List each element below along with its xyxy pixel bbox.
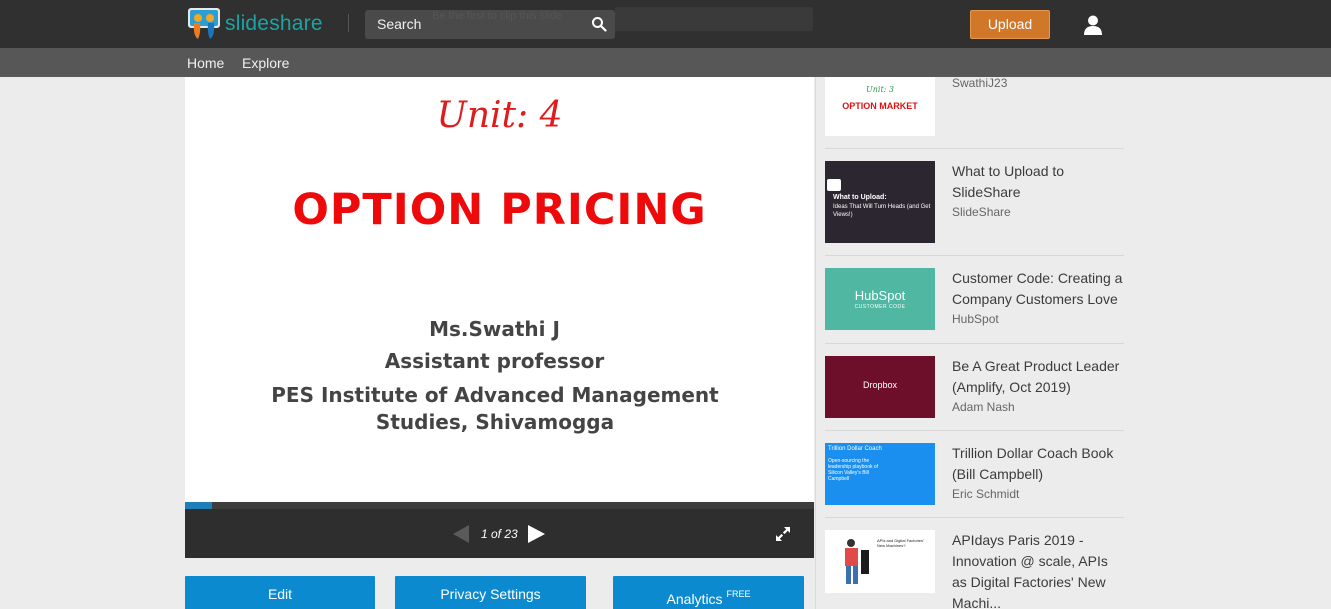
thumbnail-text: Ideas That Will Turn Heads (and Get View… bbox=[833, 204, 931, 218]
slideshare-logo-icon bbox=[188, 8, 220, 39]
thumbnail-text: What to Upload: bbox=[833, 194, 887, 201]
previous-slide-icon[interactable] bbox=[453, 525, 469, 543]
analytics-free-badge: FREE bbox=[726, 589, 751, 599]
slideshare-logo[interactable]: slideshare bbox=[187, 5, 323, 43]
player-controls: 1 of 23 bbox=[185, 509, 814, 558]
page-counter: 1 of 23 bbox=[481, 527, 518, 541]
fullscreen-icon[interactable] bbox=[775, 526, 791, 542]
related-title[interactable]: Trillion Dollar Coach Book (Bill Campbel… bbox=[952, 443, 1124, 485]
nav-bar: Home Explore bbox=[0, 48, 1331, 77]
related-item[interactable]: HubSpot CUSTOMER CODE Customer Code: Cre… bbox=[825, 256, 1124, 344]
related-thumbnail: Unit: 3 OPTION MARKET bbox=[825, 77, 935, 136]
sidebar-divider bbox=[815, 77, 816, 609]
thumbnail-text: OPTION MARKET bbox=[842, 101, 918, 111]
related-author: Adam Nash bbox=[952, 400, 1015, 414]
header-divider bbox=[348, 14, 349, 32]
related-thumbnail: What to Upload: Ideas That Will Turn Hea… bbox=[825, 161, 935, 243]
related-thumbnail: Dropbox bbox=[825, 356, 935, 418]
clip-banner bbox=[615, 7, 813, 31]
related-author: Eric Schmidt bbox=[952, 487, 1020, 501]
related-title[interactable]: APIdays Paris 2019 - Innovation @ scale,… bbox=[952, 530, 1124, 609]
slide-unit-heading: Unit: 4 bbox=[436, 95, 563, 136]
top-bar: slideshare Search Be the first to clip t… bbox=[0, 0, 1331, 48]
nav-home[interactable]: Home bbox=[187, 55, 224, 71]
privacy-settings-button[interactable]: Privacy Settings bbox=[395, 576, 586, 609]
analytics-label: Analytics bbox=[666, 591, 723, 607]
slide-progress-fill bbox=[185, 502, 213, 509]
thumbnail-text: Unit: 3 bbox=[866, 85, 894, 94]
next-slide-icon[interactable] bbox=[528, 525, 545, 543]
clip-banner-text: Be the first to clip this slide bbox=[432, 10, 563, 22]
thumbnail-logo bbox=[827, 179, 841, 191]
slide-author: Ms.Swathi J bbox=[429, 317, 560, 341]
search-icon[interactable] bbox=[591, 16, 607, 32]
thumbnail-text: APIs and Digital Factories' New Machines… bbox=[877, 538, 924, 548]
related-author: SlideShare bbox=[952, 205, 1011, 219]
nav-explore[interactable]: Explore bbox=[242, 55, 289, 71]
slide-progress-bar[interactable] bbox=[185, 502, 814, 509]
logo-text: slideshare bbox=[225, 12, 323, 35]
slide-institute: PES Institute of Advanced Management Stu… bbox=[271, 383, 719, 434]
slide-role: Assistant professor bbox=[384, 349, 605, 373]
thumbnail-text: Trillion Dollar Coach bbox=[828, 446, 882, 452]
analytics-button[interactable]: Analytics FREE bbox=[613, 576, 804, 609]
related-thumbnail: Trillion Dollar Coach Open-sourcing the … bbox=[825, 443, 935, 505]
related-author: HubSpot bbox=[952, 312, 999, 326]
related-item[interactable]: Trillion Dollar Coach Open-sourcing the … bbox=[825, 431, 1124, 518]
related-title[interactable]: What to Upload to SlideShare bbox=[952, 161, 1124, 203]
thumbnail-illustration bbox=[845, 539, 869, 584]
thumbnail-text: CUSTOMER CODE bbox=[854, 304, 906, 310]
privacy-settings-label: Privacy Settings bbox=[440, 586, 541, 602]
slide-title: OPTION PRICING bbox=[292, 185, 707, 235]
edit-button[interactable]: Edit bbox=[185, 576, 375, 609]
related-item[interactable]: APIs and Digital Factories' New Machines… bbox=[825, 518, 1124, 609]
related-title[interactable]: Customer Code: Creating a Company Custom… bbox=[952, 268, 1124, 310]
thumbnail-text: Dropbox bbox=[862, 380, 898, 390]
slide-canvas[interactable]: Unit: 4 OPTION PRICING Ms.Swathi J Assis… bbox=[185, 77, 814, 502]
related-title[interactable]: Be A Great Product Leader (Amplify, Oct … bbox=[952, 356, 1124, 398]
related-item[interactable]: What to Upload: Ideas That Will Turn Hea… bbox=[825, 149, 1124, 256]
related-item[interactable]: Unit: 3 OPTION MARKET SwathiJ23 bbox=[825, 76, 1124, 149]
related-item[interactable]: Dropbox Be A Great Product Leader (Ampli… bbox=[825, 344, 1124, 431]
thumbnail-text: HubSpot bbox=[854, 288, 906, 303]
search-label: Search bbox=[377, 16, 422, 32]
thumbnail-text: Open-sourcing the leadership playbook of… bbox=[828, 458, 879, 482]
related-thumbnail: HubSpot CUSTOMER CODE bbox=[825, 268, 935, 330]
related-thumbnail: APIs and Digital Factories' New Machines… bbox=[825, 530, 935, 593]
upload-button[interactable]: Upload bbox=[970, 10, 1050, 39]
user-icon[interactable] bbox=[1083, 14, 1103, 36]
edit-button-label: Edit bbox=[267, 586, 293, 602]
related-author: SwathiJ23 bbox=[952, 76, 1008, 90]
